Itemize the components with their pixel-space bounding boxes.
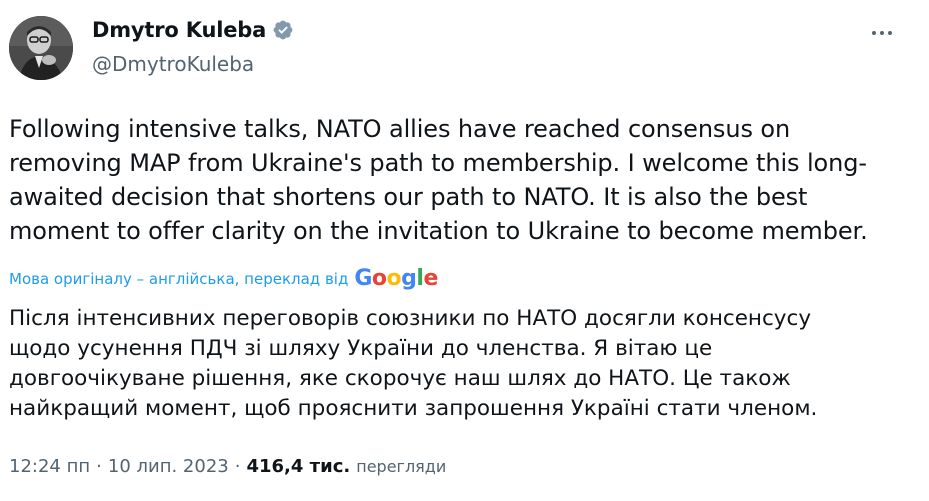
author-name[interactable]: Dmytro Kuleba bbox=[92, 18, 266, 42]
author-handle[interactable]: @DmytroKuleba bbox=[92, 52, 254, 76]
more-horizontal-icon[interactable] bbox=[862, 20, 902, 46]
avatar[interactable] bbox=[9, 16, 73, 80]
author-row: Dmytro Kuleba bbox=[92, 18, 294, 42]
verified-badge-icon bbox=[272, 19, 294, 41]
avatar-image bbox=[9, 16, 73, 80]
meta-separator: · bbox=[96, 456, 102, 477]
tweet-text-original: Following intensive talks, NATO allies h… bbox=[9, 115, 868, 245]
google-logo: Google bbox=[354, 266, 438, 291]
tweet-meta: 12:24 пп · 10 лип. 2023 · 416,4 тис. пер… bbox=[9, 456, 446, 477]
tweet-time[interactable]: 12:24 пп bbox=[9, 456, 90, 477]
views-count[interactable]: 416,4 тис. bbox=[246, 456, 350, 477]
translation-attribution: Мова оригіналу – англійська, переклад ві… bbox=[9, 266, 438, 291]
views-label: перегляди bbox=[356, 457, 447, 476]
tweet-text-translated: Після інтенсивних переговорів союзники п… bbox=[9, 306, 818, 421]
tweet-date[interactable]: 10 лип. 2023 bbox=[108, 456, 229, 477]
meta-separator: · bbox=[234, 456, 241, 477]
translation-link[interactable]: Мова оригіналу – англійська, переклад ві… bbox=[9, 270, 348, 288]
